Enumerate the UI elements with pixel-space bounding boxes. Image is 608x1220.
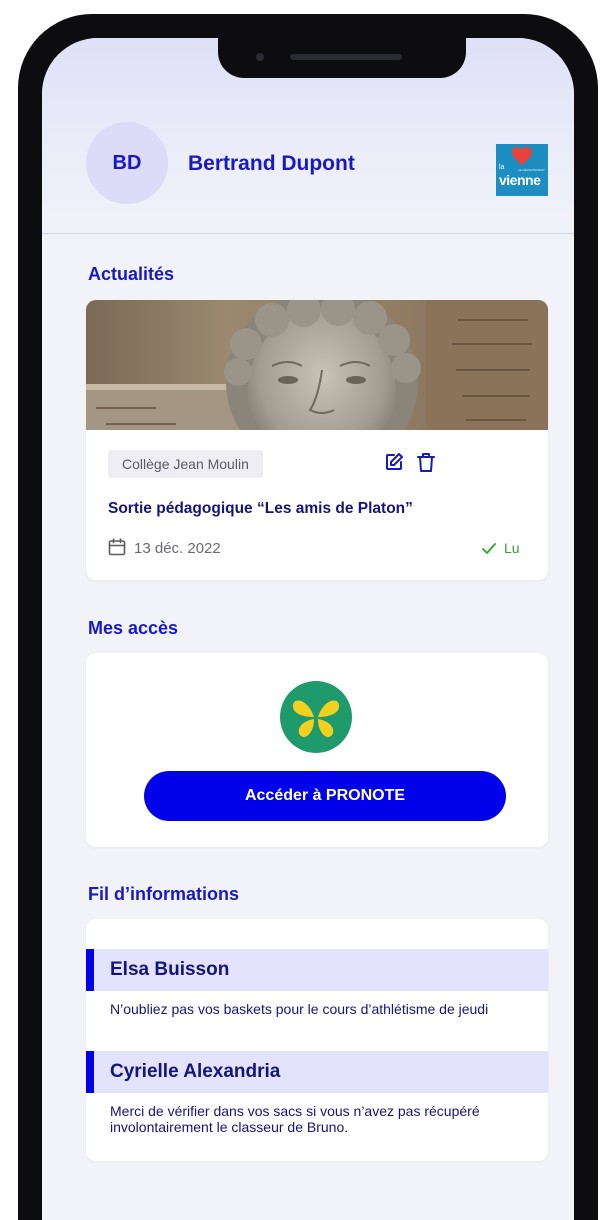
read-status: Lu [504,540,520,556]
camera-icon [256,53,264,61]
school-name: Collège Jean Moulin [122,456,249,472]
feed-card: Elsa Buisson N’oubliez pas vos baskets p… [86,919,548,1161]
edit-icon[interactable] [384,452,404,472]
vienne-logo: la LE DÉPARTEMENT vienne [496,144,548,196]
user-name: Bertrand Dupont [188,152,355,175]
feed-message: N’oubliez pas vos baskets pour le cours … [110,1001,489,1017]
calendar-icon [108,538,126,556]
check-icon [482,543,496,554]
news-image [86,300,548,430]
access-card: Accéder à PRONOTE [86,653,548,847]
news-title[interactable]: Sortie pédagogique “Les amis de Platon” [108,500,413,518]
brand-vienne: vienne [499,172,541,188]
avatar[interactable]: BD [86,122,168,204]
access-pronote-button[interactable]: Accéder à PRONOTE [144,771,506,821]
feed-item-header[interactable]: Cyrielle Alexandria [86,1051,548,1093]
news-date: 13 déc. 2022 [134,540,221,557]
avatar-initials: BD [112,151,142,174]
feed-author: Cyrielle Alexandria [110,1061,281,1082]
delete-icon[interactable] [416,451,436,473]
heart-icon [512,147,532,165]
app-screen: BD Bertrand Dupont la LE DÉPARTEMENT vie… [42,38,574,1220]
school-tag: Collège Jean Moulin [108,450,263,478]
phone-notch [218,38,466,78]
feed-message: Merci de vérifier dans vos sacs si vous … [110,1103,480,1135]
pronote-butterfly-icon[interactable] [280,681,352,753]
news-section-title: Actualités [88,264,175,284]
feed-section-title: Fil d’informations [88,884,239,904]
brand-la: la [499,164,505,171]
access-section-title: Mes accès [88,618,179,638]
feed-author: Elsa Buisson [110,959,230,980]
phone-frame: BD Bertrand Dupont la LE DÉPARTEMENT vie… [18,14,598,1220]
news-card[interactable]: Collège Jean Moulin Sortie pédagogique “… [86,300,548,580]
speaker-grille [290,54,402,60]
feed-item-header[interactable]: Elsa Buisson [86,949,548,991]
